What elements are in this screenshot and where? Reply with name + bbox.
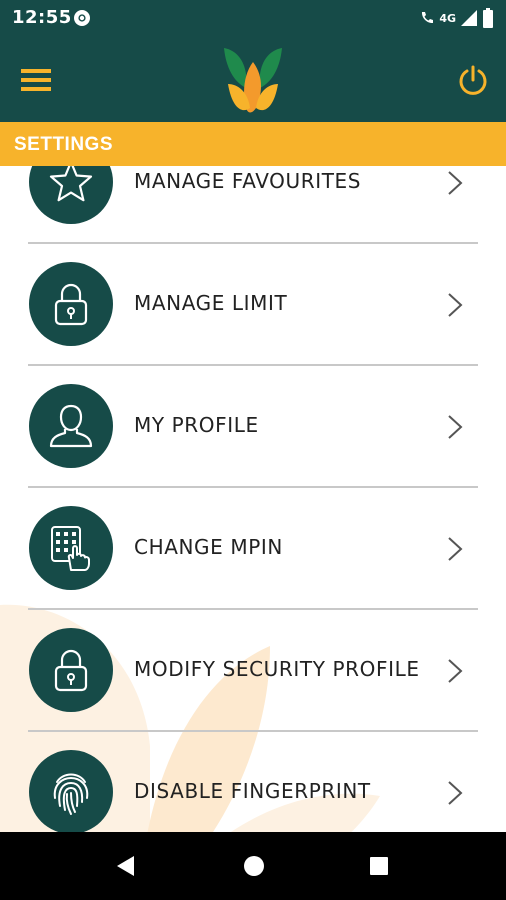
lock-icon (54, 649, 88, 692)
settings-list: MANAGE FAVOURITES MANAGE LIMIT MY PROFIL… (0, 166, 506, 832)
settings-item-change-mpin[interactable]: CHANGE MPIN (0, 488, 506, 610)
item-icon-circle (29, 506, 113, 590)
wifi-calling-icon (422, 12, 434, 24)
fingerprint-icon (53, 773, 89, 815)
chevron-right-icon (448, 171, 463, 195)
star-icon (49, 166, 93, 202)
hamburger-menu-icon[interactable] (21, 68, 51, 92)
power-icon[interactable] (457, 64, 489, 96)
chrome-notification-icon (74, 10, 90, 26)
leaf-logo-icon (224, 48, 282, 113)
settings-item-label: MY PROFILE (134, 413, 259, 437)
settings-item-label: MANAGE LIMIT (134, 291, 288, 315)
back-icon[interactable] (114, 854, 138, 878)
settings-item-label: MODIFY SECURITY PROFILE (134, 657, 420, 681)
item-icon-circle (29, 384, 113, 468)
settings-item-label: MANAGE FAVOURITES (134, 169, 362, 193)
chevron-right-icon (448, 415, 463, 439)
status-time: 12:55 (12, 7, 72, 28)
settings-list-area[interactable]: MANAGE FAVOURITES MANAGE LIMIT MY PROFIL… (0, 166, 506, 832)
settings-item-my-profile[interactable]: MY PROFILE (0, 366, 506, 488)
chevron-right-icon (448, 537, 463, 561)
chevron-right-icon (448, 659, 463, 683)
system-nav-bar (0, 832, 506, 900)
settings-item-label: CHANGE MPIN (134, 535, 283, 559)
settings-item-label: DISABLE FINGERPRINT (134, 779, 371, 803)
item-icon-circle (29, 262, 113, 346)
settings-item-manage-favourites[interactable]: MANAGE FAVOURITES (0, 166, 506, 244)
app-bar (0, 36, 506, 122)
chevron-right-icon (448, 293, 463, 317)
user-icon (49, 404, 93, 448)
chevron-right-icon (448, 781, 463, 805)
section-header: SETTINGS (0, 122, 506, 166)
settings-item-disable-fingerprint[interactable]: DISABLE FINGERPRINT (0, 732, 506, 832)
signal-icon (461, 10, 477, 26)
status-right: 4G (419, 7, 494, 29)
home-icon[interactable] (243, 855, 265, 877)
item-icon-circle (29, 750, 113, 832)
recents-icon[interactable] (369, 856, 389, 876)
lock-icon (54, 283, 88, 326)
item-icon-circle (29, 166, 113, 224)
item-icon-circle (29, 628, 113, 712)
battery-icon (483, 8, 493, 28)
keypad-icon (51, 526, 90, 571)
network-type: 4G (439, 11, 456, 25)
page-title: SETTINGS (14, 134, 114, 155)
settings-item-modify-security-profile[interactable]: MODIFY SECURITY PROFILE (0, 610, 506, 732)
status-bar: 12:55 4G (0, 0, 506, 36)
settings-item-manage-limit[interactable]: MANAGE LIMIT (0, 244, 506, 366)
